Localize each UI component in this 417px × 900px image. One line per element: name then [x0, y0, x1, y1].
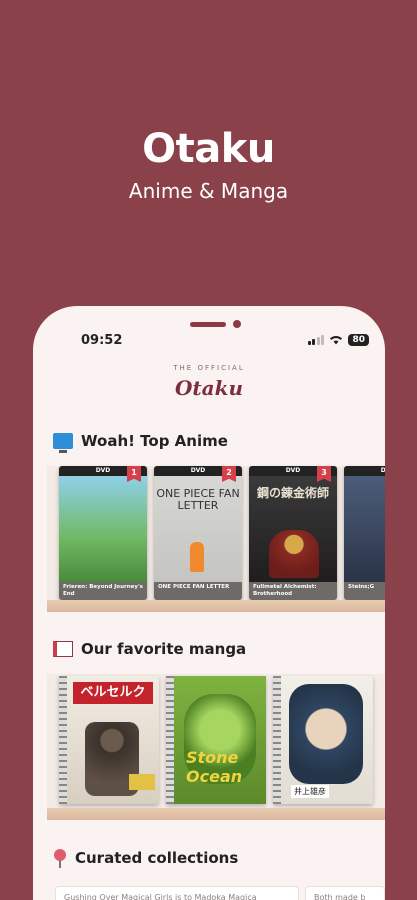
cover-title-text: ONE PIECE FAN LETTER	[156, 487, 240, 512]
manga-cover-art: Stone Ocean	[174, 676, 266, 804]
wifi-icon	[330, 336, 343, 345]
promo-subtitle: Anime & Manga	[128, 179, 289, 203]
manga-card[interactable]: Stone Ocean	[166, 676, 266, 804]
anime-caption: ONE PIECE FAN LETTER	[154, 582, 242, 600]
cover-figure	[289, 684, 363, 784]
section-title: Curated collections	[75, 849, 239, 867]
status-time: 09:52	[81, 333, 123, 348]
anime-card[interactable]: DVD 鋼の錬金術師 3 Fullmetal Alchemist: Brothe…	[249, 466, 337, 600]
spiral-binding	[166, 676, 174, 804]
open-book-icon	[53, 641, 73, 657]
dynamic-island-bar	[190, 322, 226, 327]
wooden-shelf	[47, 600, 385, 612]
brand-kicker: THE OFFICIAL	[173, 364, 245, 372]
section-header-curated[interactable]: Curated collections	[53, 849, 239, 868]
manga-card[interactable]: ベルセルク	[59, 676, 159, 804]
cover-tag	[129, 774, 155, 790]
battery-indicator: 80	[348, 334, 369, 346]
favorite-manga-row[interactable]: ベルセルク Stone Ocean 井上雄彦	[59, 676, 373, 804]
anime-cover-art	[59, 476, 147, 582]
wooden-shelf	[47, 808, 385, 820]
collection-card[interactable]: Both made b	[305, 886, 385, 900]
manga-card[interactable]: 井上雄彦	[273, 676, 373, 804]
section-header-favorite-manga[interactable]: Our favorite manga	[53, 640, 246, 658]
promo-title: Otaku	[142, 126, 275, 172]
brand-logo[interactable]: Otaku	[33, 376, 385, 400]
anime-cover-art	[344, 476, 385, 582]
television-icon	[53, 433, 73, 453]
cellular-signal-icon	[307, 335, 325, 345]
manga-cover-art: 井上雄彦	[281, 676, 373, 804]
spiral-binding	[59, 676, 67, 804]
phone-screen: 09:52 80 THE OFFICIAL Otaku Woah! Top An…	[33, 306, 385, 900]
anime-caption: Frieren: Beyond Journey's End	[59, 582, 147, 600]
pushpin-icon	[53, 849, 67, 868]
cover-figure	[190, 542, 204, 572]
camera-dot	[233, 320, 241, 328]
anime-card[interactable]: DVD ONE PIECE FAN LETTER 2 ONE PIECE FAN…	[154, 466, 242, 600]
manga-cover-art: ベルセルク	[67, 676, 159, 804]
cover-figure	[269, 530, 319, 578]
manga-cover-title: Stone Ocean	[186, 748, 243, 786]
manga-cover-title: ベルセルク	[73, 682, 153, 704]
section-title: Woah! Top Anime	[81, 432, 228, 450]
anime-cover-art: ONE PIECE FAN LETTER	[154, 476, 242, 582]
status-icons: 80	[307, 334, 369, 346]
anime-cover-art: 鋼の錬金術師	[249, 476, 337, 582]
anime-caption: Steins;G	[344, 582, 385, 600]
anime-card[interactable]: DVD 1 Frieren: Beyond Journey's End	[59, 466, 147, 600]
section-header-top-anime[interactable]: Woah! Top Anime	[53, 432, 228, 453]
spiral-binding	[273, 676, 281, 804]
section-title: Our favorite manga	[81, 640, 247, 658]
manga-cover-author: 井上雄彦	[291, 785, 329, 798]
collection-card[interactable]: Gushing Over Magical Girls is to Madoka …	[55, 886, 299, 900]
anime-caption: Fullmetal Alchemist: Brotherhood	[249, 582, 337, 600]
top-anime-row[interactable]: DVD 1 Frieren: Beyond Journey's End DVD …	[59, 466, 385, 600]
dvd-label: DVD	[344, 466, 385, 476]
cover-title-text: 鋼の錬金術師	[256, 486, 329, 500]
anime-card[interactable]: DVD Steins;G	[344, 466, 385, 600]
